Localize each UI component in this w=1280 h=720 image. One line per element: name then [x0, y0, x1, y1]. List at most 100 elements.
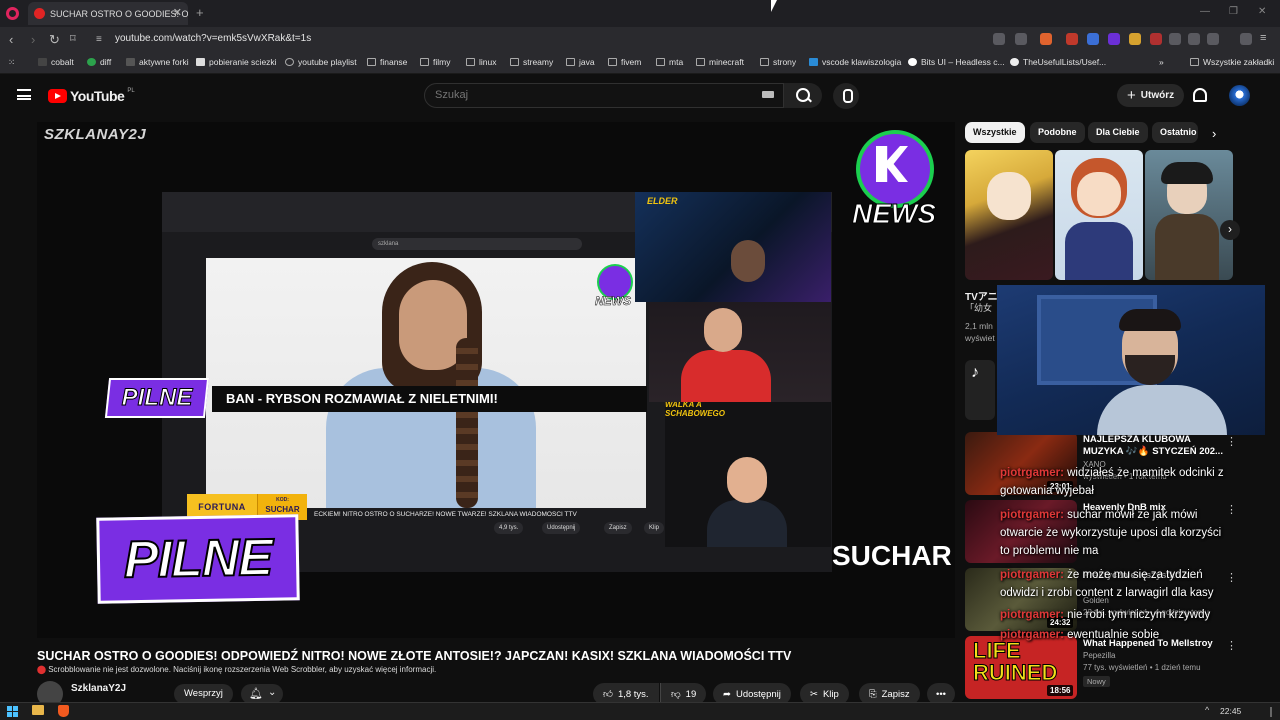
extension-icon[interactable] — [1108, 33, 1120, 45]
recommendation-item[interactable]: LIFE RUINED 18:56 What Happened To Mellst… — [965, 636, 1265, 700]
bookmark-folder[interactable]: finanse — [367, 57, 407, 67]
chat-message: piotrgamer: że może mu się za tydzień — [1000, 569, 1203, 581]
chevron-down-icon: ⌄ — [268, 687, 277, 698]
sidebar-toggle-icon[interactable] — [1207, 33, 1219, 45]
bookmark-item[interactable]: Bits UI – Headless c... — [908, 57, 1005, 67]
bookmark-folder[interactable]: strony — [760, 57, 796, 67]
chips-next-icon[interactable]: › — [1212, 126, 1216, 141]
inner-news-logo: NEWS — [595, 264, 635, 314]
bookmark-folder[interactable]: java — [566, 57, 595, 67]
shelf-subtitle: 「幼女 — [965, 303, 993, 313]
site-settings-icon[interactable]: ≡ — [96, 34, 102, 45]
bookmark-item[interactable]: diff — [87, 57, 111, 67]
bookmark-item[interactable]: vscode klawiszologia — [809, 57, 901, 67]
search-input[interactable] — [435, 89, 735, 101]
channel-watermark: SZKLANAY2J — [44, 126, 147, 143]
browser-logo-icon[interactable] — [6, 7, 19, 20]
chat-message: odwidzi i zrobi content z larwagirl dla … — [1000, 587, 1214, 599]
extension-icon[interactable] — [1129, 33, 1141, 45]
windows-start-icon[interactable] — [7, 706, 18, 717]
menu-hamburger-icon[interactable] — [17, 89, 31, 100]
extension-icon[interactable] — [1066, 33, 1078, 45]
bookmark-page-icon[interactable]: ⌑ — [70, 32, 76, 45]
shelf-thumbnail[interactable] — [1145, 150, 1233, 280]
bookmarks-bar: ⁙ cobalt diff aktywne forki pobieranie s… — [0, 52, 1280, 74]
brave-shield-icon[interactable] — [1040, 33, 1052, 45]
chip-for-you[interactable]: Dla Ciebie — [1088, 122, 1148, 143]
extensions-puzzle-icon[interactable] — [1188, 33, 1200, 45]
shelf-thumbnail[interactable] — [1055, 150, 1143, 280]
extension-icon[interactable] — [1169, 33, 1181, 45]
apps-icon[interactable]: ⁙ — [8, 57, 15, 68]
chip-related[interactable]: Podobne — [1030, 122, 1085, 143]
taskbar-clock[interactable]: 22:45 — [1220, 706, 1241, 716]
shorts-thumbnail[interactable]: ♪ — [965, 360, 995, 420]
show-desktop-button[interactable] — [1270, 707, 1272, 717]
more-options-icon[interactable]: ⋮ — [1226, 503, 1237, 516]
chat-message: piotrgamer: suchar mówił że jak mówi — [1000, 509, 1198, 521]
extension-icon[interactable] — [1150, 33, 1162, 45]
extension-icon[interactable] — [1087, 33, 1099, 45]
browser-tab[interactable]: SUCHAR OSTRO O GOODIES! O ✕ — [28, 2, 188, 25]
news-logo: NEWS — [852, 130, 940, 230]
save-playlist-icon: ⎘ — [869, 688, 877, 700]
new-tab-icon[interactable]: + — [196, 5, 204, 20]
bookmark-folder[interactable]: fivem — [608, 57, 641, 67]
more-options-icon[interactable]: ⋮ — [1226, 571, 1237, 584]
thumbs-up-icon: 👍︎ — [603, 689, 613, 700]
account-avatar[interactable] — [1229, 85, 1250, 106]
maximize-icon[interactable]: ❐ — [1229, 6, 1238, 17]
voice-search-mic-icon[interactable] — [833, 83, 859, 109]
minimize-icon[interactable]: — — [1200, 6, 1210, 17]
all-bookmarks-folder[interactable]: Wszystkie zakładki — [1190, 57, 1274, 67]
webcam-overlay — [997, 285, 1265, 435]
channel-name[interactable]: SzklanaY2J — [71, 683, 126, 694]
bookmark-item[interactable]: aktywne forki — [126, 57, 189, 67]
search-button[interactable] — [784, 83, 822, 108]
close-window-icon[interactable]: ✕ — [1258, 6, 1266, 17]
video-player[interactable]: SZKLANAY2J NEWS szklana NEWS ECKIEM! NIT… — [37, 122, 955, 638]
more-options-icon[interactable]: ⋮ — [1226, 639, 1237, 652]
back-icon[interactable]: ‹ — [9, 32, 13, 47]
shelf-next-icon[interactable]: › — [1220, 220, 1240, 240]
bookmark-folder[interactable]: filmy — [420, 57, 450, 67]
media-icon[interactable] — [1240, 33, 1252, 45]
chip-all[interactable]: Wszystkie — [965, 122, 1025, 143]
bookmark-item[interactable]: TheUsefulLists/Usef... — [1010, 57, 1106, 67]
bookmark-folder[interactable]: mta — [656, 57, 683, 67]
tray-chevron-icon[interactable]: ^ — [1205, 705, 1209, 715]
file-explorer-icon[interactable] — [32, 705, 44, 715]
url-field[interactable]: youtube.com/watch?v=emk5sVwXRak&t=1s — [115, 33, 311, 44]
more-bookmarks-icon[interactable]: » — [1159, 57, 1164, 67]
shared-screen-search: szklana — [372, 238, 582, 250]
bookmark-folder[interactable]: linux — [466, 57, 496, 67]
bookmark-item[interactable]: youtube playlist — [285, 57, 357, 67]
bookmark-item[interactable]: pobieranie sciezki — [196, 57, 277, 67]
video-title: SUCHAR OSTRO O GOODIES! ODPOWIEDŹ NITRO!… — [37, 649, 792, 663]
install-app-icon[interactable] — [993, 33, 1005, 45]
create-button[interactable]: + Utwórz — [1117, 84, 1185, 107]
lower-third-headline: BAN - RYBSON ROZMAWIAŁ Z NIELETNIMI! — [212, 386, 647, 412]
brave-taskbar-icon[interactable] — [58, 705, 69, 717]
support-button[interactable]: Wesprzyj — [174, 684, 233, 704]
forward-icon[interactable]: › — [31, 32, 35, 47]
share-page-icon[interactable] — [1015, 33, 1027, 45]
youtube-logo[interactable]: YouTube PL — [48, 88, 135, 104]
reload-icon[interactable]: ↻ — [49, 32, 60, 48]
chat-message: gotowania wyjebał — [1000, 485, 1094, 497]
keyboard-icon[interactable] — [762, 91, 774, 98]
close-tab-icon[interactable]: ✕ — [173, 6, 182, 19]
shelf-thumbnail[interactable] — [965, 150, 1053, 280]
scrobbler-notice: ⬤ Scrobblowanie nie jest dozwolone. Naci… — [37, 665, 437, 674]
chip-recent[interactable]: Ostatnio — [1152, 122, 1198, 143]
menu-icon[interactable]: ≡ — [1260, 32, 1266, 44]
shelf-meta: 2,1 mln wyświet — [965, 321, 995, 343]
subscription-bell-button[interactable]: 🔔︎ ⌄ — [241, 684, 283, 704]
bookmark-folder[interactable]: streamy — [510, 57, 553, 67]
notifications-bell-icon[interactable] — [1193, 88, 1207, 102]
more-options-icon[interactable]: ⋮ — [1226, 435, 1237, 448]
bookmark-folder[interactable]: minecraft — [696, 57, 744, 67]
new-badge: Nowy — [1083, 676, 1110, 687]
bookmark-item[interactable]: cobalt — [38, 57, 74, 67]
browser-tab-bar: SUCHAR OSTRO O GOODIES! O ✕ + — ❐ ✕ — [0, 0, 1280, 27]
